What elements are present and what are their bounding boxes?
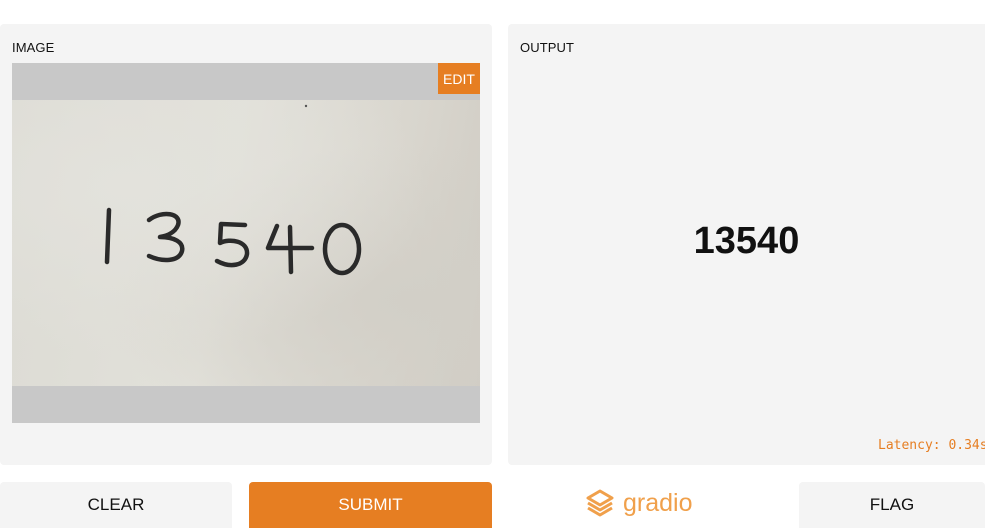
submit-button[interactable]: SUBMIT [249,482,492,528]
image-input[interactable]: EDIT [12,63,480,423]
edit-button[interactable]: EDIT [438,63,480,94]
clear-button[interactable]: CLEAR [0,482,232,528]
image-label: IMAGE [12,40,55,55]
gradio-logo-icon [586,489,614,517]
handwritten-digits-image [104,104,362,276]
gradio-logo[interactable]: gradio [585,487,693,519]
uploaded-image [12,100,480,386]
flag-button[interactable]: FLAG [799,482,985,528]
latency-text: Latency: 0.34s [878,438,985,453]
gradio-wordmark: gradio [623,488,693,517]
input-panel: IMAGE EDIT [0,24,492,465]
output-value: 13540 [693,220,800,262]
output-panel: OUTPUT 13540 Latency: 0.34s [508,24,985,465]
output-label: OUTPUT [520,40,575,55]
